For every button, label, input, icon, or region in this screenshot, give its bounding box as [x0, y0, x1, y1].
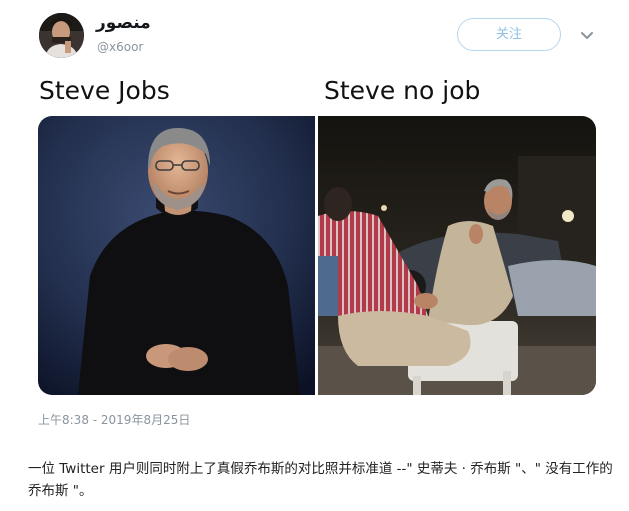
tweet-timestamp[interactable]: 上午8:38 - 2019年8月25日 [38, 411, 190, 428]
steve-no-job-photo[interactable] [318, 116, 596, 395]
meme-label-left: Steve Jobs [39, 76, 170, 105]
user-avatar[interactable] [39, 13, 84, 58]
meme-label-right: Steve no job [324, 76, 481, 105]
user-handle[interactable]: @x6oor [97, 40, 143, 54]
chevron-down-icon[interactable] [579, 27, 595, 43]
steve-jobs-photo[interactable] [38, 116, 315, 395]
article-caption: 一位 Twitter 用户则同时附上了真假乔布斯的对比照并标准道 --" 史蒂夫… [28, 461, 613, 499]
display-name[interactable]: منصور [96, 13, 151, 33]
follow-button[interactable]: 关注 [457, 18, 561, 51]
